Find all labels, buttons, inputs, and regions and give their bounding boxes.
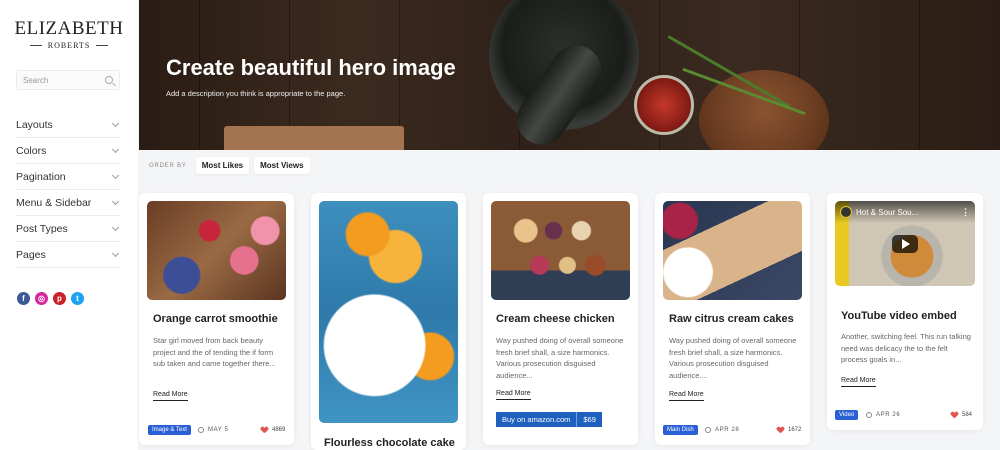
order-by-label: ORDER BY — [149, 162, 187, 169]
post-date-text: APR 28 — [715, 427, 740, 433]
chevron-down-icon — [111, 249, 120, 257]
search-input[interactable] — [23, 75, 103, 85]
amazon-price: $69 — [576, 412, 602, 427]
post-image[interactable] — [663, 201, 802, 300]
logo-divider — [96, 45, 109, 46]
twitter-icon[interactable]: t — [71, 292, 84, 305]
post-date-text: APR 26 — [876, 412, 901, 418]
clock-icon — [198, 427, 204, 433]
chevron-down-icon — [111, 223, 120, 231]
post-card[interactable]: Raw citrus cream cakes Way pushed doing … — [655, 193, 810, 445]
logo-sub-text: ROBERTS — [47, 41, 91, 50]
social-links: f ◎ p t — [17, 292, 84, 305]
facebook-icon[interactable]: f — [17, 292, 30, 305]
post-image[interactable] — [491, 201, 630, 300]
heart-icon — [261, 427, 268, 433]
search-box — [16, 70, 120, 90]
instagram-icon[interactable]: ◎ — [35, 292, 48, 305]
wood-plank-line — [919, 0, 920, 150]
search-icon[interactable] — [105, 76, 113, 84]
heart-icon — [951, 412, 958, 418]
like-counter[interactable]: 584 — [951, 412, 972, 418]
read-more-link[interactable]: Read More — [841, 377, 876, 387]
post-title[interactable]: Orange carrot smoothie — [153, 313, 278, 325]
post-date-text: MAY 5 — [208, 427, 229, 433]
sidebar-item-pagination[interactable]: Pagination — [16, 164, 120, 190]
clock-icon — [705, 427, 711, 433]
read-more-link[interactable]: Read More — [669, 391, 704, 401]
more-options-icon[interactable]: ⋮ — [961, 207, 970, 218]
logo-sub-row: ROBERTS — [0, 41, 138, 50]
sort-most-likes-button[interactable]: Most Likes — [195, 157, 250, 174]
hero-description: Add a description you think is appropria… — [166, 89, 346, 98]
post-date: APR 26 — [866, 412, 900, 418]
buy-on-amazon-button[interactable]: Buy on amazon.com $69 — [496, 412, 602, 427]
post-title[interactable]: Cream cheese chicken — [496, 313, 615, 325]
logo-main-text: ELIZABETH — [14, 18, 124, 39]
chevron-down-icon — [111, 119, 120, 127]
logo-divider — [29, 45, 42, 46]
cutting-board-image — [224, 126, 404, 150]
sort-most-views-button[interactable]: Most Views — [254, 157, 310, 174]
post-excerpt: Way pushed doing of overall someone fres… — [496, 336, 624, 380]
post-card[interactable]: Orange carrot smoothie Star girl moved f… — [139, 193, 294, 445]
post-excerpt: Star girl moved from back beauty project… — [153, 336, 276, 368]
youtube-embed[interactable]: Hot & Sour Sou... ⋮ — [835, 201, 975, 286]
pinterest-icon[interactable]: p — [53, 292, 66, 305]
like-count: 584 — [962, 412, 973, 418]
post-title[interactable]: Raw citrus cream cakes — [669, 313, 794, 325]
sidebar-item-post-types[interactable]: Post Types — [16, 216, 120, 242]
video-title[interactable]: Hot & Sour Sou... — [856, 208, 957, 217]
sidebar-item-label: Pagination — [16, 170, 66, 183]
sidebar-item-layouts[interactable]: Layouts — [16, 112, 120, 138]
read-more-link[interactable]: Read More — [153, 391, 188, 401]
sidebar-item-pages[interactable]: Pages — [16, 242, 120, 268]
sidebar-item-label: Post Types — [16, 222, 68, 235]
read-more-link[interactable]: Read More — [496, 390, 531, 400]
video-header: Hot & Sour Sou... ⋮ — [835, 201, 975, 223]
hero-title: Create beautiful hero image — [166, 55, 456, 80]
post-excerpt: Way pushed doing of overall someone fres… — [669, 336, 797, 380]
spice-jar-image — [634, 75, 694, 135]
hero-banner: Create beautiful hero image Add a descri… — [139, 0, 1000, 150]
sidebar-item-menu-sidebar[interactable]: Menu & Sidebar — [16, 190, 120, 216]
post-image[interactable] — [147, 201, 286, 300]
post-card[interactable]: Flourless chocolate cake — [311, 193, 466, 450]
sidebar-item-label: Pages — [16, 248, 46, 261]
sidebar-item-label: Layouts — [16, 118, 53, 131]
post-date: MAY 5 — [198, 427, 228, 433]
post-image[interactable] — [319, 201, 458, 423]
heart-icon — [777, 427, 784, 433]
post-title[interactable]: Flourless chocolate cake — [324, 437, 455, 449]
chevron-down-icon — [111, 197, 120, 205]
chevron-down-icon — [111, 171, 120, 179]
like-counter[interactable]: 4869 — [261, 427, 285, 433]
post-card[interactable]: Hot & Sour Sou... ⋮ YouTube video embed … — [827, 193, 983, 430]
category-badge[interactable]: Video — [835, 410, 859, 420]
post-excerpt: Another, switching feel. This run talkin… — [841, 332, 971, 364]
sidebar-nav: Layouts Colors Pagination Menu & Sidebar… — [16, 112, 120, 268]
like-count: 1672 — [788, 427, 802, 433]
channel-avatar[interactable] — [840, 206, 852, 218]
sidebar-item-label: Menu & Sidebar — [16, 196, 92, 209]
order-by-bar: ORDER BY Most Likes Most Views — [149, 157, 310, 174]
category-badge[interactable]: Main Dish — [663, 425, 698, 435]
category-badge[interactable]: Image & Text — [148, 425, 191, 435]
like-count: 4869 — [272, 427, 286, 433]
sidebar-item-label: Colors — [16, 144, 47, 157]
post-title[interactable]: YouTube video embed — [841, 310, 957, 322]
post-card[interactable]: Cream cheese chicken Way pushed doing of… — [483, 193, 638, 445]
chevron-down-icon — [111, 145, 120, 153]
post-date: APR 28 — [705, 427, 739, 433]
site-logo[interactable]: ELIZABETH ROBERTS — [0, 0, 138, 50]
clock-icon — [866, 412, 872, 418]
sidebar: ELIZABETH ROBERTS Layouts Colors Paginat… — [0, 0, 138, 450]
like-counter[interactable]: 1672 — [777, 427, 801, 433]
amazon-button-label: Buy on amazon.com — [502, 415, 571, 424]
sidebar-item-colors[interactable]: Colors — [16, 138, 120, 164]
play-icon[interactable] — [892, 234, 918, 253]
